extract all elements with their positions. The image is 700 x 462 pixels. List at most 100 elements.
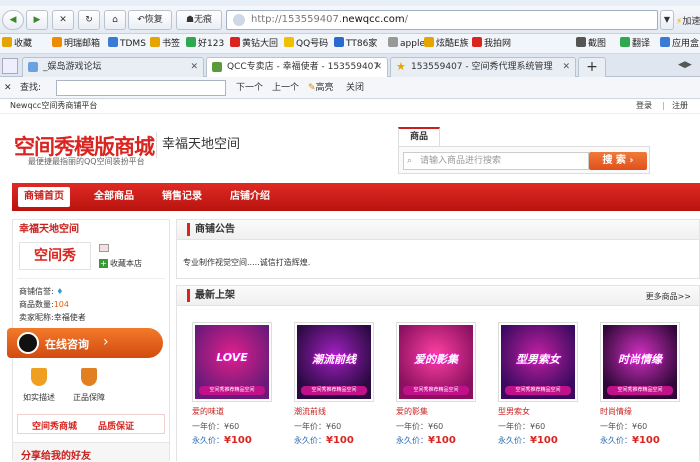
bookmark-item[interactable]: 应用盒 [660, 37, 699, 51]
nav-shop-home[interactable]: 商铺首页 [18, 187, 70, 207]
bookmark-icon [230, 37, 240, 47]
newest-header: 最新上架 更多商品>> [177, 286, 699, 306]
tab-admin[interactable]: ★ 153559407 - 空间秀代理系统管理 ✕ [390, 57, 576, 77]
speedup-button[interactable]: ⚡加速 [676, 14, 700, 27]
page-icon [233, 14, 245, 26]
bookmark-item[interactable]: apple [388, 37, 425, 51]
tab-close-icon[interactable]: ✕ [190, 58, 198, 76]
bookmark-item[interactable]: 黄钻大回 [230, 37, 278, 51]
find-next-button[interactable]: 下一个 [236, 81, 263, 95]
product-thumbnail[interactable]: 型男索女 空间秀推荐精品空间 [498, 322, 578, 402]
more-products-link[interactable]: 更多商品>> [646, 291, 691, 302]
bookmark-icon [186, 37, 196, 47]
divider [0, 113, 700, 114]
plus-icon: + [99, 259, 108, 268]
platform-name: Newqcc空间秀商铺平台 [10, 101, 98, 110]
quality-banner: 空间秀商城 品质保证 [17, 414, 165, 434]
tab-close-icon[interactable]: ✕ [374, 58, 382, 76]
product-thumbnail[interactable]: 爱的影集 空间秀推荐精品空间 [396, 322, 476, 402]
nav-all-products[interactable]: 全部商品 [88, 187, 140, 207]
product-thumbnail[interactable]: LOVE 空间秀推荐精品空间 [192, 322, 272, 402]
product-art-footer: 空间秀推荐精品空间 [199, 386, 265, 395]
back-arrow-icon: ◀ [9, 15, 17, 25]
tab-list-icon[interactable] [2, 58, 18, 74]
bookmark-icon [576, 37, 586, 47]
badge-as-described: 如实描述 [23, 393, 55, 402]
bookmark-item[interactable]: 截图 [576, 37, 606, 51]
address-dropdown[interactable]: ▼ [660, 10, 674, 30]
product-name[interactable]: 型男索女 [498, 406, 530, 417]
product-year-price: 一年价：¥60 [294, 422, 342, 431]
product-thumbnail[interactable]: 潮流前线 空间秀推荐精品空间 [294, 322, 374, 402]
product-art-footer: 空间秀推荐精品空间 [505, 386, 571, 395]
refresh-button[interactable]: ↻ [78, 10, 100, 30]
incognito-button[interactable]: ☗无痕 [176, 10, 222, 30]
new-tab-button[interactable]: + [578, 57, 606, 77]
shop-favicon-icon [212, 62, 222, 72]
product-year-price: 一年价：¥60 [396, 422, 444, 431]
genuine-badge-icon [81, 368, 97, 386]
chevron-right-icon: › [103, 334, 109, 350]
search-button[interactable]: 搜 索 › [589, 152, 647, 170]
online-consult-button[interactable]: 在线咨询 › [7, 328, 163, 358]
search-tab-products[interactable]: 商品 [398, 127, 440, 147]
bookmark-item[interactable]: 翻译 [620, 37, 650, 51]
find-close-button[interactable]: 关闭 [346, 81, 364, 95]
product-name[interactable]: 潮流前线 [294, 406, 326, 417]
product-image: 时尚情缘 空间秀推荐精品空间 [603, 325, 677, 399]
address-bar[interactable]: http://153559407.newqcc.com/ [226, 10, 658, 30]
find-input[interactable] [56, 80, 226, 96]
bookmark-icon [150, 37, 160, 47]
seller-nickname: 卖家昵称:幸福使者 [19, 313, 86, 322]
bookmark-item[interactable]: TT86家 [334, 37, 377, 51]
product-forever-price: 永久价：¥100 [600, 435, 660, 446]
find-prev-button[interactable]: 上一个 [272, 81, 299, 95]
restore-button[interactable]: ↶恢复 [128, 10, 172, 30]
tab-forum[interactable]: _娱岛游戏论坛 ✕ [22, 57, 204, 77]
home-icon: ⌂ [112, 15, 118, 25]
bookmark-item[interactable]: 我拍网 [472, 37, 511, 51]
register-link[interactable]: 注册 [672, 99, 688, 112]
findbar-close-icon[interactable]: ✕ [4, 81, 12, 95]
nav-sales-records[interactable]: 销售记录 [156, 187, 208, 207]
product-name[interactable]: 时尚情缘 [600, 406, 632, 417]
shield-icon [31, 368, 47, 386]
forward-button[interactable]: ▶ [26, 10, 48, 30]
nav-shop-intro[interactable]: 店铺介绍 [224, 187, 276, 207]
stop-button[interactable]: ✕ [52, 10, 74, 30]
product-name[interactable]: 爱的影集 [396, 406, 428, 417]
product-image: 型男索女 空间秀推荐精品空间 [501, 325, 575, 399]
product-year-price: 一年价：¥60 [498, 422, 546, 431]
divider [156, 132, 157, 158]
site-slogan: 最便捷最指丽的QQ空间装扮平台 [28, 157, 145, 166]
bookmark-item[interactable]: 好123 [186, 37, 224, 51]
bookmark-item[interactable]: QQ号码 [284, 37, 328, 51]
shop-nav: 商铺首页 全部商品 销售记录 店铺介绍 [12, 183, 700, 211]
forum-favicon-icon [28, 62, 38, 72]
product-art-footer: 空间秀推荐精品空间 [403, 386, 469, 395]
login-link[interactable]: 登录 [636, 99, 652, 112]
browser-toolbar: ◀ ▶ ✕ ↻ ⌂ ↶恢复 ☗无痕 http://153559407.newqc… [0, 6, 700, 34]
product-name[interactable]: 爱的味道 [192, 406, 224, 417]
back-button[interactable]: ◀ [2, 10, 24, 30]
bookmark-item[interactable]: 书签 [150, 37, 180, 51]
highlight-button[interactable]: ✎高亮 [308, 81, 334, 95]
tab-qcc-shop[interactable]: QCC专卖店 - 幸福使者 - 153559407 ✕ [206, 57, 388, 78]
bookmark-item[interactable]: 收藏 [2, 37, 32, 51]
tab-close-icon[interactable]: ✕ [562, 58, 570, 76]
search-input[interactable]: ⌕ 请输入商品进行搜索 [403, 152, 589, 170]
home-button[interactable]: ⌂ [104, 10, 126, 30]
divider [17, 278, 165, 279]
product-count: 商品数量:104 [19, 300, 69, 309]
bookmark-item[interactable]: 明瑞邮箱 [52, 37, 100, 51]
bookmark-item[interactable]: TDMS [108, 37, 146, 51]
bookmark-icon [334, 37, 344, 47]
tab-scroll-arrows[interactable]: ◀▶ [678, 60, 692, 70]
bookmark-icon [388, 37, 398, 47]
close-icon: ✕ [59, 15, 67, 25]
bookmark-item[interactable]: 炫酷E族 [424, 37, 469, 51]
favorite-shop-button[interactable]: + 收藏本店 [99, 258, 142, 269]
product-thumbnail[interactable]: 时尚情缘 空间秀推荐精品空间 [600, 322, 680, 402]
bookmark-icon [472, 37, 482, 47]
search-icon: ⌕ [407, 156, 413, 166]
